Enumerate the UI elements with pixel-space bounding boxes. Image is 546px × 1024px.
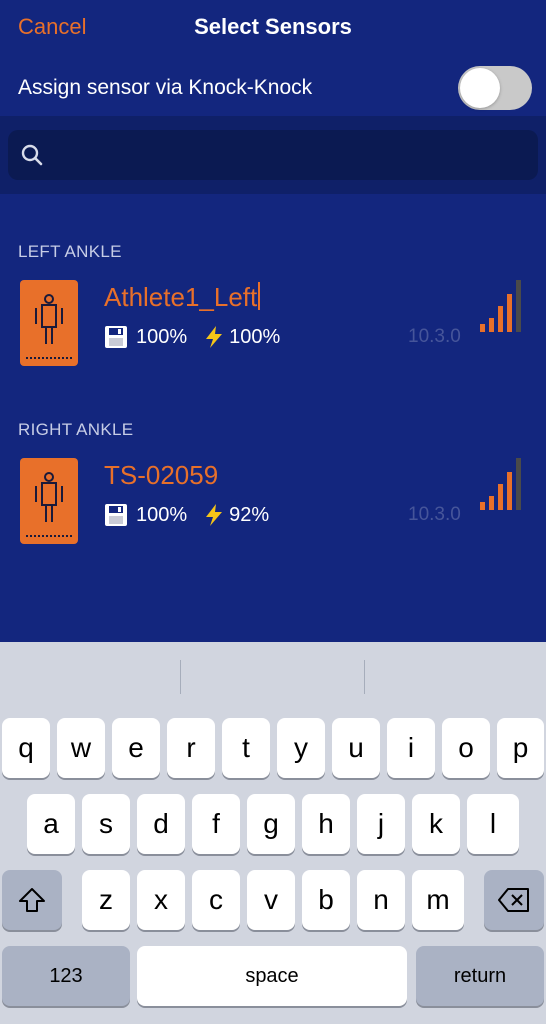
key-h[interactable]: h bbox=[302, 794, 350, 854]
key-j[interactable]: j bbox=[357, 794, 405, 854]
sensor-device-icon bbox=[20, 280, 78, 366]
section-label-right-ankle: RIGHT ANKLE bbox=[18, 420, 134, 439]
key-w[interactable]: w bbox=[57, 718, 105, 778]
shift-key[interactable] bbox=[2, 870, 62, 930]
suggestion-divider bbox=[364, 660, 365, 694]
key-c[interactable]: c bbox=[192, 870, 240, 930]
sensor-row-left[interactable]: Athlete1_Left 100% 100% 10.3.0 bbox=[0, 280, 546, 370]
suggestion-bar bbox=[0, 642, 546, 704]
battery-bolt-icon bbox=[206, 326, 223, 348]
knock-knock-toggle[interactable] bbox=[458, 66, 532, 110]
key-q[interactable]: q bbox=[2, 718, 50, 778]
section-label-left-ankle: LEFT ANKLE bbox=[18, 242, 122, 261]
shift-icon bbox=[19, 888, 45, 912]
signal-strength-icon bbox=[480, 458, 521, 510]
storage-value: 100% bbox=[136, 503, 188, 526]
key-m[interactable]: m bbox=[412, 870, 464, 930]
key-a[interactable]: a bbox=[27, 794, 75, 854]
return-key[interactable]: return bbox=[416, 946, 544, 1006]
page-title: Select Sensors bbox=[194, 14, 352, 39]
signal-strength-icon bbox=[480, 280, 521, 332]
numbers-key[interactable]: 123 bbox=[2, 946, 130, 1006]
key-g[interactable]: g bbox=[247, 794, 295, 854]
sensor-stats: 100% 92% bbox=[104, 502, 269, 528]
sensor-name[interactable]: Athlete1_Left bbox=[104, 282, 261, 313]
sensor-device-icon bbox=[20, 458, 78, 544]
key-d[interactable]: d bbox=[137, 794, 185, 854]
battery-bolt-icon bbox=[206, 504, 223, 526]
key-f[interactable]: f bbox=[192, 794, 240, 854]
on-screen-keyboard: q w e r t y u i o p a s d f g h j k l z … bbox=[0, 642, 546, 1024]
key-k[interactable]: k bbox=[412, 794, 460, 854]
battery-value: 100% bbox=[229, 325, 281, 348]
battery-value: 92% bbox=[229, 503, 270, 526]
text-cursor bbox=[258, 282, 261, 310]
key-l[interactable]: l bbox=[467, 794, 519, 854]
space-key[interactable]: space bbox=[137, 946, 407, 1006]
key-r[interactable]: r bbox=[167, 718, 215, 778]
key-e[interactable]: e bbox=[112, 718, 160, 778]
key-o[interactable]: o bbox=[442, 718, 490, 778]
search-icon bbox=[21, 144, 43, 166]
key-b[interactable]: b bbox=[302, 870, 350, 930]
search-input[interactable] bbox=[54, 140, 524, 170]
key-i[interactable]: i bbox=[387, 718, 435, 778]
toggle-knob bbox=[460, 68, 500, 108]
sensor-row-right[interactable]: TS-02059 100% 92% 10.3.0 bbox=[0, 458, 546, 548]
nav-bar: Cancel Select Sensors bbox=[0, 0, 546, 56]
knock-knock-label: Assign sensor via Knock-Knock bbox=[18, 76, 313, 99]
sensor-selection-screen: Cancel Select Sensors Assign sensor via … bbox=[0, 0, 546, 642]
search-bar bbox=[0, 116, 546, 194]
storage-icon bbox=[105, 504, 127, 526]
sensor-name[interactable]: TS-02059 bbox=[104, 460, 218, 491]
key-t[interactable]: t bbox=[222, 718, 270, 778]
firmware-version: 10.3.0 bbox=[408, 504, 461, 525]
storage-value: 100% bbox=[136, 325, 188, 348]
key-s[interactable]: s bbox=[82, 794, 130, 854]
sensor-stats: 100% 100% bbox=[104, 324, 280, 350]
key-v[interactable]: v bbox=[247, 870, 295, 930]
search-field[interactable] bbox=[8, 130, 538, 180]
key-p[interactable]: p bbox=[497, 718, 544, 778]
firmware-version: 10.3.0 bbox=[408, 326, 461, 347]
key-y[interactable]: y bbox=[277, 718, 325, 778]
storage-icon bbox=[105, 326, 127, 348]
key-z[interactable]: z bbox=[82, 870, 130, 930]
key-n[interactable]: n bbox=[357, 870, 405, 930]
backspace-icon bbox=[498, 888, 529, 912]
key-x[interactable]: x bbox=[137, 870, 185, 930]
suggestion-divider bbox=[180, 660, 181, 694]
key-u[interactable]: u bbox=[332, 718, 380, 778]
backspace-key[interactable] bbox=[484, 870, 544, 930]
